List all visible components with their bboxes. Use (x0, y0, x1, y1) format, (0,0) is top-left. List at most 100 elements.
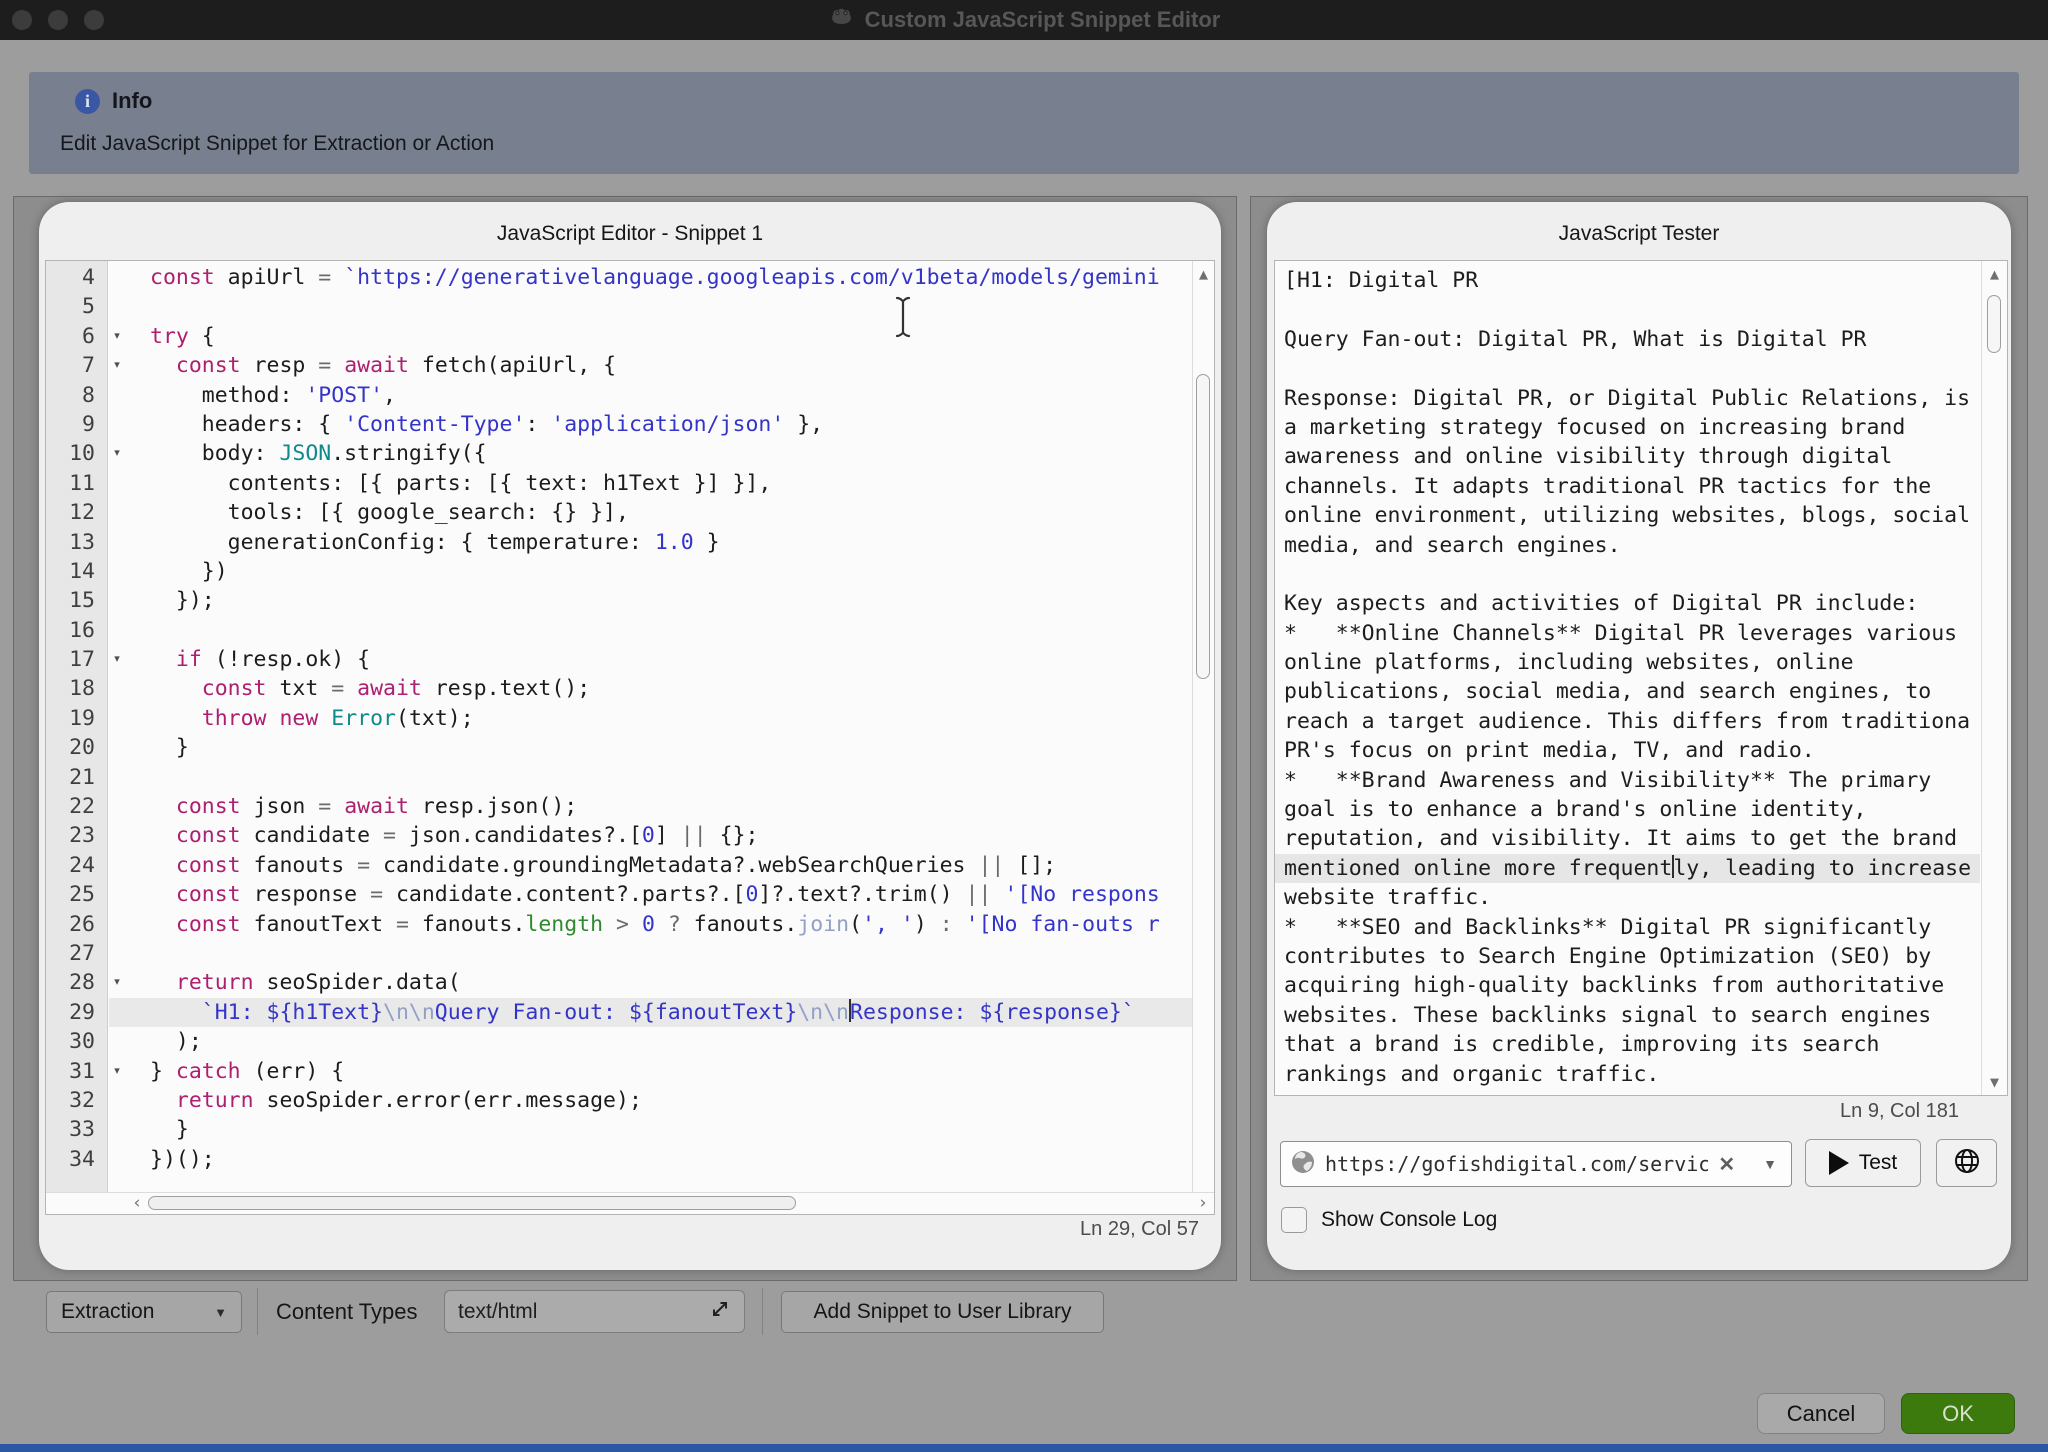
editor-hscroll-thumb[interactable] (148, 1196, 796, 1210)
code-line[interactable]: 17▾ if (!resp.ok) { (46, 645, 1192, 674)
fold-arrow-icon[interactable]: ▾ (108, 968, 126, 997)
fold-arrow-icon[interactable]: ▾ (108, 351, 126, 380)
tester-line[interactable]: Query Fan-out: Digital PR, What is Digit… (1275, 325, 1980, 354)
tester-line[interactable]: goal is to enhance a brand's online iden… (1275, 795, 1980, 824)
open-in-browser-button[interactable] (1936, 1139, 1997, 1187)
code-line[interactable]: 26 const fanoutText = fanouts.length > 0… (46, 910, 1192, 939)
scroll-left-icon[interactable]: ‹ (132, 1193, 142, 1215)
code-line[interactable]: 5 (46, 292, 1192, 321)
scroll-up-icon[interactable]: ▲ (1193, 265, 1214, 283)
code-line[interactable]: 4const apiUrl = `https://generativelangu… (46, 263, 1192, 292)
tester-line[interactable]: * **Brand Awareness and Visibility** The… (1275, 766, 1980, 795)
url-dropdown-icon[interactable]: ▼ (1763, 1156, 1777, 1172)
code-line[interactable]: 16 (46, 616, 1192, 645)
scroll-right-icon[interactable]: › (1198, 1193, 1208, 1215)
cancel-button[interactable]: Cancel (1757, 1393, 1885, 1434)
expand-icon[interactable] (709, 1298, 731, 1326)
tester-line[interactable]: website traffic. (1275, 883, 1980, 912)
tester-line[interactable]: * **SEO and Backlinks** Digital PR signi… (1275, 913, 1980, 942)
tester-line[interactable]: publications, social media, and search e… (1275, 677, 1980, 706)
code-line[interactable]: 6▾try { (46, 322, 1192, 351)
tester-line[interactable]: mentioned online more frequently, leadin… (1275, 854, 1980, 883)
code-line[interactable]: 14 }) (46, 557, 1192, 586)
tester-line[interactable]: rankings and organic traffic. (1275, 1060, 1980, 1089)
add-snippet-to-library-button[interactable]: Add Snippet to User Library (781, 1291, 1104, 1333)
code-line[interactable]: 8 method: 'POST', (46, 381, 1192, 410)
code-line[interactable]: 28▾ return seoSpider.data( (46, 968, 1192, 997)
content-types-input[interactable]: text/html (444, 1290, 745, 1333)
tester-line[interactable]: reach a target audience. This differs fr… (1275, 707, 1980, 736)
code-line[interactable]: 21 (46, 763, 1192, 792)
test-button[interactable]: Test (1805, 1139, 1921, 1187)
tester-line[interactable]: acquiring high-quality backlinks from au… (1275, 971, 1980, 1000)
clear-url-icon[interactable]: ✕ (1718, 1152, 1735, 1177)
tester-line[interactable]: websites. These backlinks signal to sear… (1275, 1001, 1980, 1030)
code-text: } (126, 733, 1192, 762)
tester-line[interactable] (1275, 295, 1980, 324)
snippet-mode-dropdown[interactable]: Extraction ▼ (46, 1291, 242, 1333)
tester-line[interactable] (1275, 560, 1980, 589)
tester-line[interactable]: PR's focus on print media, TV, and radio… (1275, 736, 1980, 765)
ok-button[interactable]: OK (1901, 1393, 2015, 1434)
tester-line[interactable]: Response: Digital PR, or Digital Public … (1275, 384, 1980, 413)
code-line[interactable]: 34})(); (46, 1145, 1192, 1174)
code-line[interactable]: 27 (46, 939, 1192, 968)
editor-horizontal-scrollbar[interactable]: ‹ › (46, 1192, 1214, 1214)
code-line[interactable]: 11 contents: [{ parts: [{ text: h1Text }… (46, 469, 1192, 498)
fold-spacer (108, 704, 126, 733)
code-line[interactable]: 18 const txt = await resp.text(); (46, 674, 1192, 703)
fold-spacer (108, 998, 126, 1027)
code-line[interactable]: 10▾ body: JSON.stringify({ (46, 439, 1192, 468)
code-line[interactable]: 12 tools: [{ google_search: {} }], (46, 498, 1192, 527)
editor-vertical-scrollbar[interactable]: ▲ (1192, 261, 1214, 1192)
scroll-up-icon[interactable]: ▲ (1982, 265, 2007, 283)
code-line[interactable]: 29 `H1: ${h1Text}\n\nQuery Fan-out: ${fa… (46, 998, 1192, 1027)
test-url-value[interactable]: https://gofishdigital.com/servic (1325, 1152, 1708, 1176)
editor-vscroll-thumb[interactable] (1196, 374, 1210, 679)
code-line[interactable]: 15 }); (46, 586, 1192, 615)
test-url-input[interactable]: https://gofishdigital.com/servic ✕ ▼ (1280, 1141, 1792, 1187)
code-line[interactable]: 32 return seoSpider.error(err.message); (46, 1086, 1192, 1115)
tester-line[interactable]: Key aspects and activities of Digital PR… (1275, 589, 1980, 618)
code-text: return seoSpider.error(err.message); (126, 1086, 1192, 1115)
code-line[interactable]: 31▾} catch (err) { (46, 1057, 1192, 1086)
code-line[interactable]: 20 } (46, 733, 1192, 762)
tester-line[interactable]: a marketing strategy focused on increasi… (1275, 413, 1980, 442)
code-line[interactable]: 13 generationConfig: { temperature: 1.0 … (46, 528, 1192, 557)
tester-line[interactable]: awareness and online visibility through … (1275, 442, 1980, 471)
code-line[interactable]: 22 const json = await resp.json(); (46, 792, 1192, 821)
zoom-window-button[interactable] (84, 10, 104, 30)
fold-arrow-icon[interactable]: ▾ (108, 1057, 126, 1086)
tester-line[interactable]: online environment, utilizing websites, … (1275, 501, 1980, 530)
tester-line[interactable]: that a brand is credible, improving its … (1275, 1030, 1980, 1059)
tester-vertical-scrollbar[interactable]: ▲ ▼ (1981, 261, 2007, 1095)
code-line[interactable]: 33 } (46, 1115, 1192, 1144)
tester-line[interactable]: media, and search engines. (1275, 531, 1980, 560)
fold-arrow-icon[interactable]: ▾ (108, 439, 126, 468)
code-line[interactable]: 24 const fanouts = candidate.groundingMe… (46, 851, 1192, 880)
code-line[interactable]: 9 headers: { 'Content-Type': 'applicatio… (46, 410, 1192, 439)
tester-line[interactable]: online platforms, including websites, on… (1275, 648, 1980, 677)
minimize-window-button[interactable] (48, 10, 68, 30)
tester-line[interactable]: [H1: Digital PR (1275, 266, 1980, 295)
code-line[interactable]: 7▾ const resp = await fetch(apiUrl, { (46, 351, 1192, 380)
code-line[interactable]: 23 const candidate = json.candidates?.[0… (46, 821, 1192, 850)
fold-arrow-icon[interactable]: ▾ (108, 645, 126, 674)
close-window-button[interactable] (12, 10, 32, 30)
tester-output[interactable]: [H1: Digital PR Query Fan-out: Digital PR… (1274, 260, 2008, 1096)
code-line[interactable]: 30 ); (46, 1027, 1192, 1056)
fold-arrow-icon[interactable]: ▾ (108, 322, 126, 351)
tester-line[interactable]: channels. It adapts traditional PR tacti… (1275, 472, 1980, 501)
code-line[interactable]: 25 const response = candidate.content?.p… (46, 880, 1192, 909)
tester-line[interactable] (1275, 354, 1980, 383)
tester-vscroll-thumb[interactable] (1987, 295, 2001, 353)
editor-panel-title: JavaScript Editor - Snippet 1 (39, 222, 1221, 246)
tester-line[interactable]: reputation, and visibility. It aims to g… (1275, 824, 1980, 853)
scroll-down-icon[interactable]: ▼ (1982, 1073, 2007, 1091)
code-editor[interactable]: 4const apiUrl = `https://generativelangu… (45, 260, 1215, 1215)
tester-line[interactable]: * **Online Channels** Digital PR leverag… (1275, 619, 1980, 648)
tester-line[interactable]: contributes to Search Engine Optimizatio… (1275, 942, 1980, 971)
show-console-log-checkbox[interactable] (1281, 1207, 1307, 1233)
code-line[interactable]: 19 throw new Error(txt); (46, 704, 1192, 733)
tester-caret (1672, 855, 1674, 878)
